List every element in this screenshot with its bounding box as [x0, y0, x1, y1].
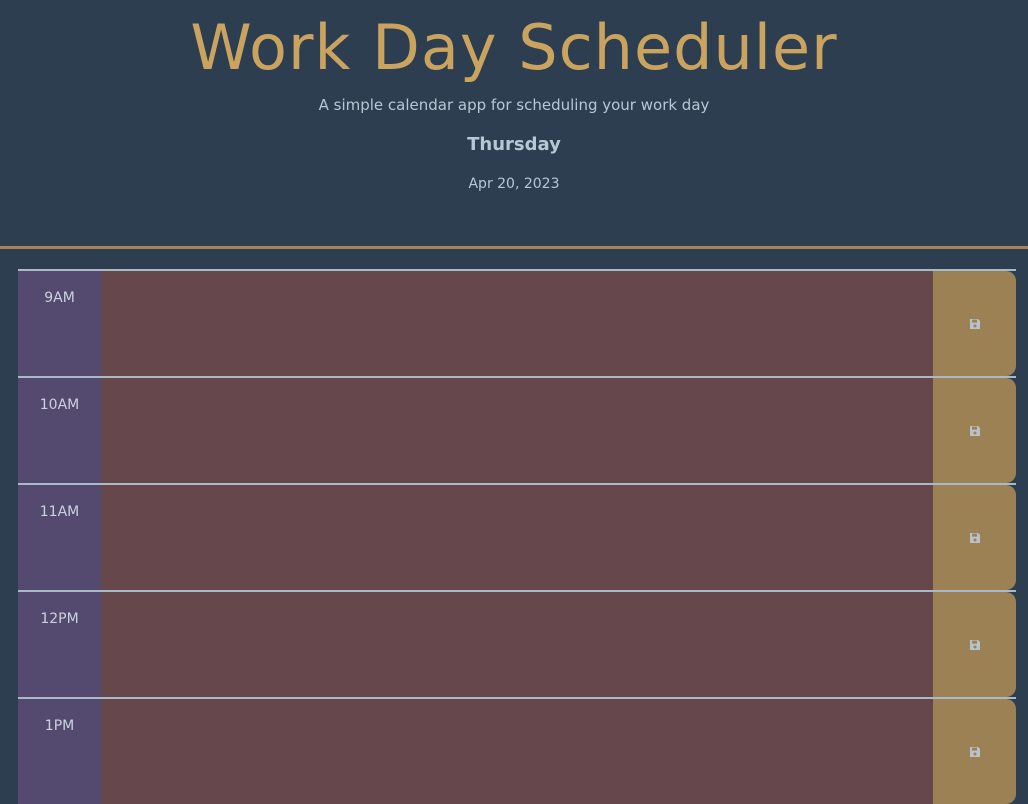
event-description-input[interactable] — [101, 271, 933, 376]
hour-label: 1PM — [18, 699, 101, 804]
hour-label: 11AM — [18, 485, 101, 590]
event-description-input[interactable] — [101, 485, 933, 590]
header-divider — [0, 246, 1028, 249]
event-description-input[interactable] — [101, 378, 933, 483]
time-block-row: 9AM — [18, 269, 1016, 376]
hour-label: 10AM — [18, 378, 101, 483]
hour-label: 9AM — [18, 271, 101, 376]
save-button[interactable] — [933, 271, 1016, 376]
save-button[interactable] — [933, 485, 1016, 590]
current-day: Thursday — [467, 134, 561, 155]
floppy-disk-icon — [969, 425, 980, 436]
event-description-input[interactable] — [101, 699, 933, 804]
floppy-disk-icon — [969, 318, 980, 329]
save-button[interactable] — [933, 378, 1016, 483]
floppy-disk-icon — [969, 746, 980, 757]
hour-label: 12PM — [18, 592, 101, 697]
time-block-row: 10AM — [18, 376, 1016, 483]
time-block-row: 11AM — [18, 483, 1016, 590]
floppy-disk-icon — [969, 532, 980, 543]
time-block-row: 12PM — [18, 590, 1016, 697]
save-button[interactable] — [933, 699, 1016, 804]
current-date: Apr 20, 2023 — [468, 176, 560, 192]
page-title: Work Day Scheduler — [190, 11, 838, 84]
event-description-input[interactable] — [101, 592, 933, 697]
time-block-list: 9AM 10AM 11AM 12PM 1PM — [18, 269, 1016, 804]
page-subtitle: A simple calendar app for scheduling you… — [318, 96, 710, 114]
save-button[interactable] — [933, 592, 1016, 697]
floppy-disk-icon — [969, 639, 980, 650]
time-block-row: 1PM — [18, 697, 1016, 804]
page-header: Work Day Scheduler A simple calendar app… — [0, 0, 1028, 246]
